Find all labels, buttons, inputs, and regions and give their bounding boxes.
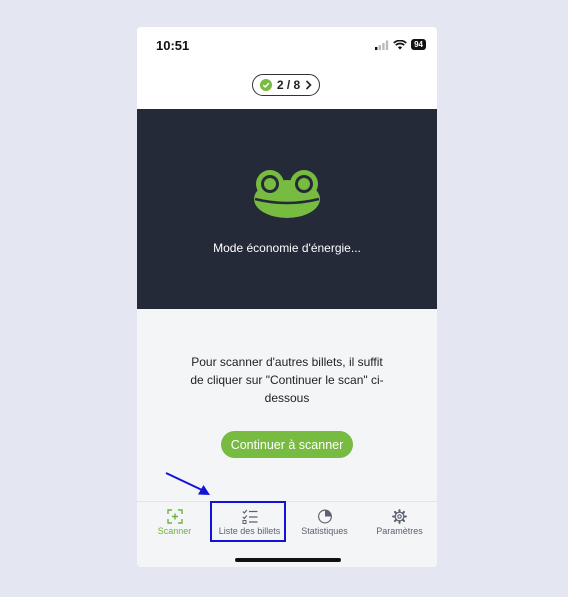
camera-panel: Mode économie d'énergie... (137, 109, 437, 309)
gear-icon (392, 509, 407, 524)
status-bar: 10:51 94 (137, 27, 437, 67)
tab-scanner-label: Scanner (157, 526, 192, 536)
cellular-signal-icon (375, 40, 389, 50)
scan-progress-pill[interactable]: 2 / 8 (252, 74, 320, 96)
check-circle-icon (259, 79, 272, 91)
status-icons: 94 (375, 39, 426, 50)
tab-statistics-label: Statistiques (301, 526, 348, 536)
tab-scanner[interactable]: Scanner (137, 502, 212, 542)
frog-logo-icon (254, 170, 320, 218)
tab-settings-label: Paramètres (376, 526, 423, 536)
annotation-arrow-icon (165, 472, 210, 495)
tab-settings[interactable]: Paramètres (362, 502, 437, 542)
pie-chart-icon (317, 509, 332, 524)
tab-statistics[interactable]: Statistiques (287, 502, 362, 542)
scan-count: 2 / 8 (276, 78, 301, 92)
info-text: Pour scanner d'autres billets, il suffit… (190, 355, 384, 405)
chevron-right-icon (306, 80, 312, 90)
battery-icon: 94 (411, 39, 426, 50)
scan-icon (166, 509, 183, 524)
status-time: 10:51 (156, 38, 190, 53)
wifi-icon (393, 39, 407, 50)
power-saving-message: Mode économie d'énergie... (213, 241, 361, 255)
annotation-highlight-box (210, 501, 286, 542)
continue-scanning-button[interactable]: Continuer à scanner (221, 431, 353, 458)
home-indicator (235, 558, 341, 562)
